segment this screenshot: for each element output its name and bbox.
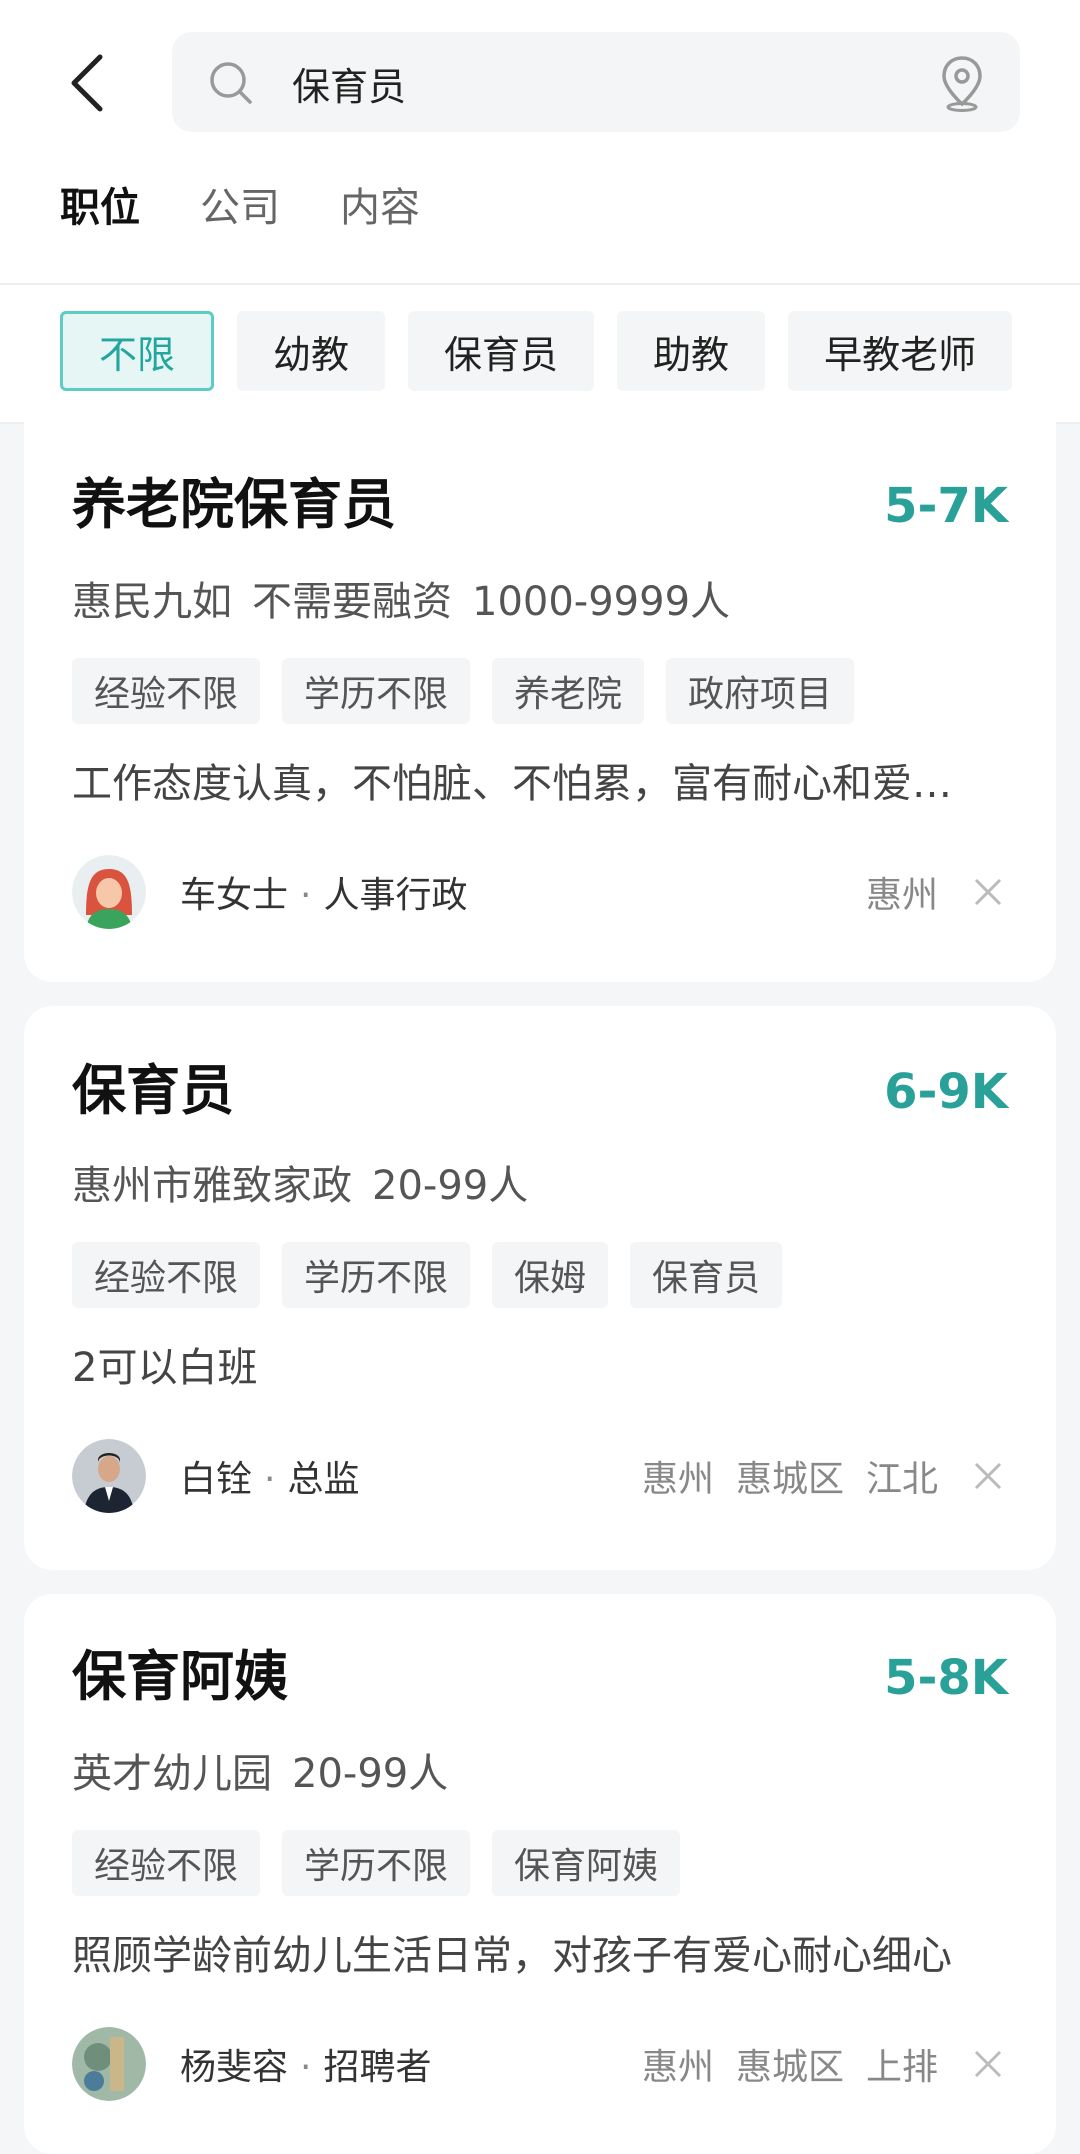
company-size: 1000-9999人 (472, 579, 731, 625)
result-type-tabs: 职位 公司 内容 (60, 178, 420, 238)
job-description: 工作态度认真，不怕脏、不怕累，富有耐心和爱… (72, 761, 952, 807)
job-location: 惠州 惠城区 江北 (620, 1450, 938, 1502)
close-icon (974, 2050, 1002, 2078)
job-title: 保育阿姨 (72, 1645, 288, 1708)
recruiter-name: 车女士 (180, 875, 289, 916)
job-tag: 经验不限 (72, 658, 261, 724)
back-arrow-icon (71, 54, 103, 112)
company-info: 惠民九如 不需要融资 1000-9999人 (72, 574, 750, 630)
recruiter-role: 总监 (287, 1459, 360, 1500)
company-name: 惠民九如 (72, 579, 232, 625)
job-title: 养老院保育员 (72, 473, 396, 536)
job-location: 惠州 惠城区 上排 (620, 2038, 938, 2090)
company-info: 惠州市雅致家政 20-99人 (72, 1158, 548, 1214)
filter-chip-teaching-assistant[interactable]: 助教 (617, 311, 766, 391)
search-icon (210, 62, 252, 104)
company-name: 惠州市雅致家政 (72, 1163, 352, 1209)
job-salary: 6-9K (884, 1064, 1008, 1120)
close-icon (974, 878, 1002, 906)
recruiter-avatar-icon (72, 855, 146, 929)
job-description: 2可以白班 (72, 1345, 258, 1391)
company-info: 英才幼儿园 20-99人 (72, 1746, 468, 1802)
job-tag: 养老院 (492, 658, 645, 724)
recruiter-row: 白铨 · 总监 惠州 惠城区 江北 (72, 1438, 1008, 1514)
job-tag: 经验不限 (72, 1242, 261, 1308)
back-button[interactable] (62, 50, 112, 116)
filter-chip-early-education-teacher[interactable]: 早教老师 (788, 311, 1013, 391)
job-tag: 政府项目 (666, 658, 855, 724)
job-tags: 经验不限 学历不限 保姆 保育员 (72, 1242, 783, 1308)
job-tag: 保育员 (630, 1242, 783, 1308)
job-card[interactable]: 保育阿姨 5-8K 英才幼儿园 20-99人 经验不限 学历不限 保育阿姨 照顾学… (24, 1594, 1056, 2154)
job-tags: 经验不限 学历不限 养老院 政府项目 (72, 658, 855, 724)
recruiter-info: 杨斐容 · 招聘者 (180, 2047, 432, 2088)
job-location: 惠州 (844, 866, 938, 918)
job-tag: 保育阿姨 (492, 1830, 681, 1896)
location-district: 惠城区 (735, 2047, 844, 2088)
location-city: 惠州 (865, 875, 938, 916)
company-size: 20-99人 (372, 1163, 529, 1209)
job-tags: 经验不限 学历不限 保育阿姨 (72, 1830, 681, 1896)
location-pin-icon[interactable] (940, 54, 984, 112)
company-size: 20-99人 (292, 1751, 449, 1797)
tab-content[interactable]: 内容 (340, 178, 420, 238)
location-district: 惠城区 (735, 1459, 844, 1500)
recruiter-row: 车女士 · 人事行政 惠州 (72, 854, 1008, 930)
tab-jobs[interactable]: 职位 (60, 178, 140, 238)
recruiter-info: 白铨 · 总监 (180, 1459, 360, 1500)
recruiter-info: 车女士 · 人事行政 (180, 875, 468, 916)
search-box[interactable] (172, 32, 1020, 132)
dismiss-button[interactable] (968, 872, 1008, 912)
recruiter-role: 人事行政 (323, 875, 468, 916)
job-salary: 5-8K (884, 1650, 1008, 1706)
filter-chip-nursery-worker[interactable]: 保育员 (408, 311, 595, 391)
recruiter-name: 白铨 (180, 1459, 253, 1500)
job-title: 保育员 (72, 1059, 234, 1122)
recruiter-avatar-icon (72, 1439, 146, 1513)
location-city: 惠州 (641, 2047, 714, 2088)
filter-chip-unlimited[interactable]: 不限 (60, 311, 215, 391)
location-city: 惠州 (641, 1459, 714, 1500)
top-bar: 职位 公司 内容 (0, 0, 1080, 285)
location-area: 江北 (865, 1459, 938, 1500)
filter-bar: 不限 幼教 保育员 助教 早教老师 (0, 285, 1080, 424)
filter-chips: 不限 幼教 保育员 助教 早教老师 (60, 311, 1013, 391)
dismiss-button[interactable] (968, 2044, 1008, 2084)
job-tag: 经验不限 (72, 1830, 261, 1896)
recruiter-avatar-icon (72, 2027, 146, 2101)
dismiss-button[interactable] (968, 1456, 1008, 1496)
company-funding: 不需要融资 (252, 579, 452, 625)
location-area: 上排 (865, 2047, 938, 2088)
search-input[interactable] (290, 54, 854, 112)
tab-companies[interactable]: 公司 (200, 178, 280, 238)
job-tag: 学历不限 (282, 1242, 471, 1308)
filter-chip-preschool[interactable]: 幼教 (237, 311, 386, 391)
close-icon (974, 1462, 1002, 1490)
job-description: 照顾学龄前幼儿生活日常，对孩子有爱心耐心细心 (72, 1933, 952, 1979)
job-tag: 保姆 (492, 1242, 609, 1308)
job-card[interactable]: 保育员 6-9K 惠州市雅致家政 20-99人 经验不限 学历不限 保姆 保育员 … (24, 1006, 1056, 1570)
recruiter-role: 招聘者 (323, 2047, 432, 2088)
job-salary: 5-7K (884, 478, 1008, 534)
recruiter-name: 杨斐容 (180, 2047, 289, 2088)
job-tag: 学历不限 (282, 1830, 471, 1896)
job-tag: 学历不限 (282, 658, 471, 724)
avatar (72, 2027, 146, 2101)
avatar (72, 1439, 146, 1513)
company-name: 英才幼儿园 (72, 1751, 272, 1797)
recruiter-row: 杨斐容 · 招聘者 惠州 惠城区 上排 (72, 2026, 1008, 2102)
job-card[interactable]: 养老院保育员 5-7K 惠民九如 不需要融资 1000-9999人 经验不限 学历不… (24, 422, 1056, 982)
avatar (72, 855, 146, 929)
